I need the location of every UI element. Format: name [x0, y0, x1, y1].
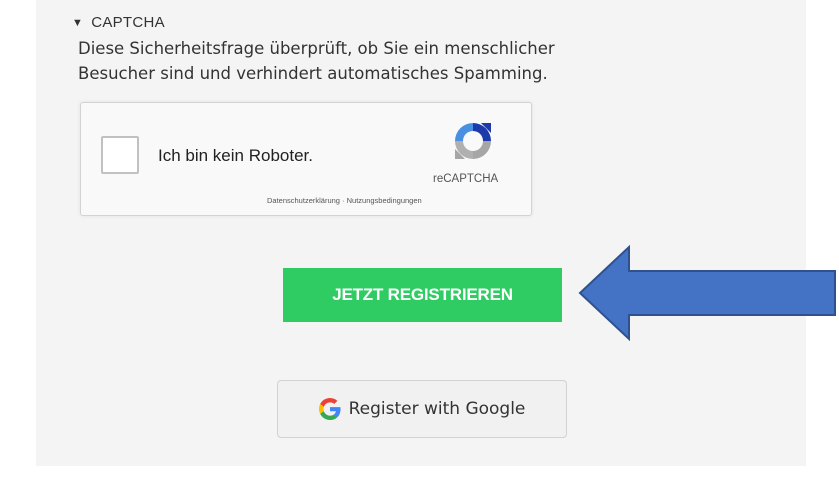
captcha-description-line: Besucher sind und verhindert automatisch… [78, 64, 548, 83]
recaptcha-logo-icon [455, 123, 491, 159]
google-g-icon [318, 398, 341, 420]
recaptcha-legal-links[interactable]: Datenschutzerklärung · Nutzungsbedingung… [267, 196, 422, 205]
captcha-section-toggle[interactable]: ▼ CAPTCHA [72, 14, 165, 31]
register-with-google-button[interactable]: Register with Google [277, 380, 567, 438]
recaptcha-widget: Ich bin kein Roboter. reCAPTCHA Datensch… [80, 102, 532, 216]
page-background-strip [0, 466, 839, 490]
register-now-button[interactable]: JETZT REGISTRIEREN [283, 268, 562, 322]
captcha-description: Diese Sicherheitsfrage überprüft, ob Sie… [78, 36, 718, 86]
recaptcha-checkbox-label: Ich bin kein Roboter. [158, 146, 313, 165]
recaptcha-brand: reCAPTCHA [433, 173, 499, 185]
captcha-heading: CAPTCHA [91, 14, 165, 31]
captcha-description-line: Diese Sicherheitsfrage überprüft, ob Sie… [78, 39, 555, 58]
triangle-down-icon: ▼ [72, 16, 84, 29]
google-button-label: Register with Google [348, 399, 526, 419]
arrow-left-icon [578, 244, 836, 342]
recaptcha-checkbox[interactable] [101, 136, 139, 174]
